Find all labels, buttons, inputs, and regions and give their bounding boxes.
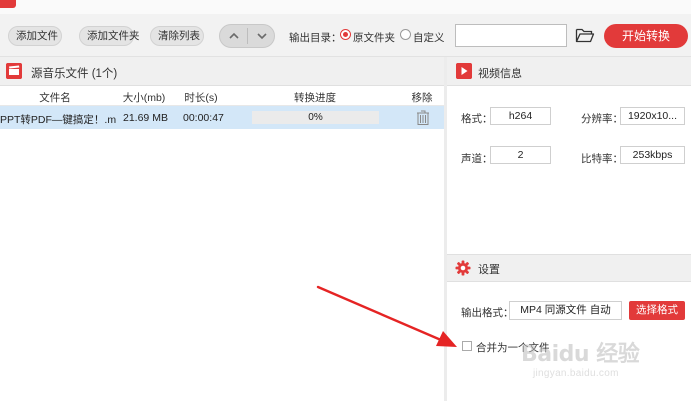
watermark-url: jingyan.baidu.com	[533, 368, 619, 379]
chevron-down-icon	[256, 33, 267, 40]
video-info-title: 视频信息	[478, 68, 522, 80]
column-duration: 时长(s)	[184, 92, 218, 104]
column-filename: 文件名	[39, 92, 71, 104]
folder-open-icon[interactable]	[575, 26, 595, 44]
move-up-button[interactable]	[220, 25, 247, 47]
column-size: 大小(mb)	[122, 92, 166, 104]
radio-custom-folder[interactable]	[400, 29, 411, 40]
channels-label: 声道：	[461, 153, 493, 165]
clapper-icon	[6, 63, 22, 79]
channels-value: 2	[490, 146, 551, 164]
trash-icon[interactable]	[416, 110, 430, 125]
panel-splitter[interactable]	[444, 57, 447, 401]
bitrate-value: 253kbps	[620, 146, 685, 164]
app-logo	[0, 0, 16, 8]
gear-icon	[455, 260, 471, 276]
row-duration: 00:00:47	[183, 112, 224, 124]
select-format-button[interactable]: 选择格式	[629, 301, 685, 320]
radio-original-label: 原文件夹	[353, 32, 395, 44]
merge-files-checkbox[interactable]	[462, 341, 472, 351]
start-convert-button[interactable]: 开始转换	[604, 24, 688, 48]
row-filename: PPT转PDF—键搞定！.m...	[0, 114, 116, 126]
table-row[interactable]: PPT转PDF—键搞定！.m... 21.69 MB 00:00:47 0%	[0, 106, 444, 129]
window-top-strip	[0, 0, 691, 15]
resolution-value: 1920x10...	[620, 107, 685, 125]
add-file-button[interactable]: 添加文件	[8, 26, 62, 46]
toolbar: 添加文件 添加文件夹 清除列表 输出目录： 原文件夹 自定义 开始转换	[0, 14, 691, 57]
column-progress: 转换进度	[294, 92, 336, 104]
row-progress-text: 0%	[308, 112, 323, 123]
settings-title: 设置	[478, 264, 500, 276]
file-table-header: 文件名 大小(mb) 时长(s) 转换进度 移除	[0, 86, 444, 106]
clear-list-button[interactable]: 清除列表	[150, 26, 204, 46]
add-folder-button[interactable]: 添加文件夹	[79, 26, 140, 46]
output-dir-label: 输出目录：	[289, 32, 342, 44]
watermark-brand: Baidu 经验	[521, 342, 640, 367]
move-down-button[interactable]	[248, 25, 275, 47]
file-list-header: 源音乐文件 (1个)	[0, 57, 444, 86]
format-label: 格式：	[461, 113, 493, 125]
baidu-watermark: Baidu 经验 jingyan.baidu.com	[521, 336, 671, 384]
column-remove: 移除	[411, 92, 433, 104]
chevron-up-icon	[228, 32, 239, 39]
radio-original-folder[interactable]	[340, 29, 351, 40]
play-icon	[456, 63, 472, 79]
output-path-input[interactable]	[455, 24, 567, 47]
file-list-title: 源音乐文件 (1个)	[31, 68, 118, 80]
output-format-label: 输出格式：	[461, 307, 514, 319]
bitrate-label: 比特率：	[581, 153, 623, 165]
settings-header: 设置	[447, 254, 691, 282]
resolution-label: 分辨率：	[581, 113, 623, 125]
video-info-header: 视频信息	[447, 57, 691, 86]
move-button-group	[219, 24, 275, 48]
row-progress-bar: 0%	[252, 111, 379, 124]
radio-custom-label: 自定义	[413, 32, 445, 44]
row-size: 21.69 MB	[123, 112, 168, 124]
format-value: h264	[490, 107, 551, 125]
output-format-value: MP4 同源文件 自动	[509, 301, 622, 320]
